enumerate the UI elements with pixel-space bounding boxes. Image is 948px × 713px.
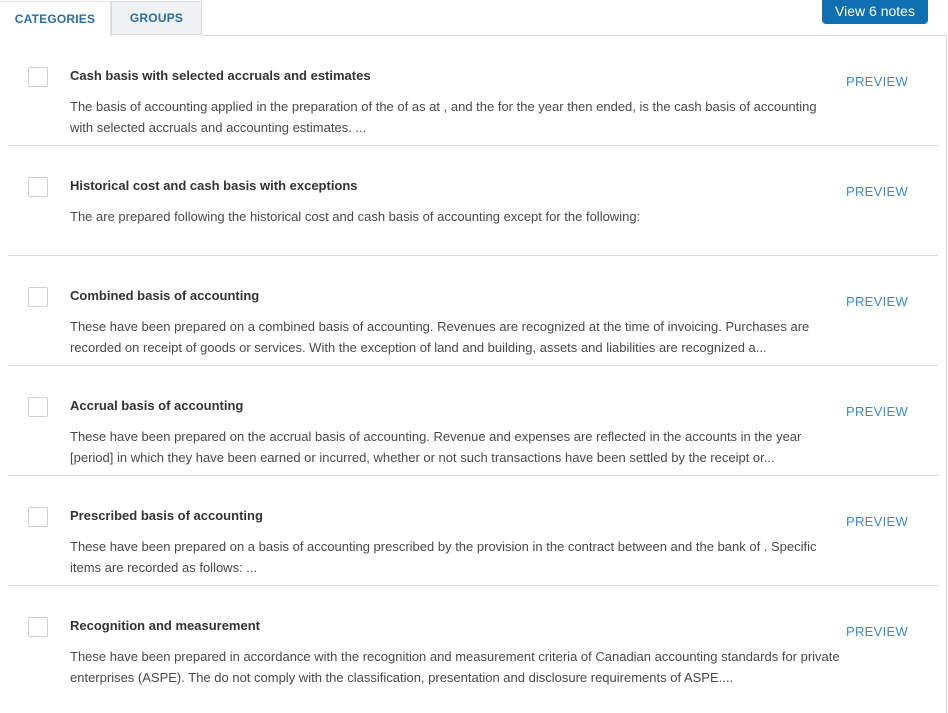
note-title: Combined basis of accounting [70,288,260,303]
note-description: The are prepared following the historica… [70,209,641,224]
note-description: The basis of accounting applied in the p… [70,99,817,135]
note-title: Historical cost and cash basis with exce… [70,178,358,193]
note-title: Prescribed basis of accounting [70,508,263,523]
note-checkbox[interactable] [28,507,48,527]
list-item: Prescribed basis of accounting These hav… [0,476,946,586]
list-item: Historical cost and cash basis with exce… [0,146,946,256]
note-description: These have been prepared in accordance w… [70,649,840,685]
preview-link[interactable]: PREVIEW [846,404,908,419]
tab-groups[interactable]: GROUPS [111,1,202,35]
note-title: Recognition and measurement [70,618,260,633]
tab-bar: CATEGORIES GROUPS [0,0,948,36]
notes-list: Cash basis with selected accruals and es… [0,36,946,696]
note-title: Accrual basis of accounting [70,398,244,413]
list-item: Accrual basis of accounting These have b… [0,366,946,476]
note-checkbox[interactable] [28,67,48,87]
preview-link[interactable]: PREVIEW [846,514,908,529]
preview-link[interactable]: PREVIEW [846,74,908,89]
note-description: These have been prepared on the accrual … [70,429,802,465]
note-title: Cash basis with selected accruals and es… [70,68,371,83]
note-description: These have been prepared on a basis of a… [70,539,817,575]
list-item: Cash basis with selected accruals and es… [0,36,946,146]
note-checkbox[interactable] [28,397,48,417]
view-notes-button[interactable]: View 6 notes [822,0,928,24]
note-checkbox[interactable] [28,617,48,637]
list-item: Combined basis of accounting These have … [0,256,946,366]
note-checkbox[interactable] [28,177,48,197]
notes-library-panel: CATEGORIES GROUPS View 6 notes Cash basi… [0,0,948,713]
preview-link[interactable]: PREVIEW [846,184,908,199]
preview-link[interactable]: PREVIEW [846,624,908,639]
preview-link[interactable]: PREVIEW [846,294,908,309]
list-item: Recognition and measurement These have b… [0,586,946,696]
panel-border [946,35,947,713]
note-checkbox[interactable] [28,287,48,307]
tab-categories[interactable]: CATEGORIES [0,1,111,36]
note-description: These have been prepared on a combined b… [70,319,810,355]
